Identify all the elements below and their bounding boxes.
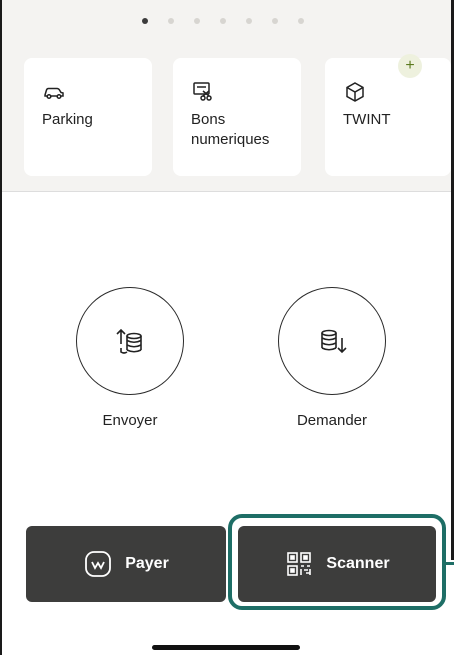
page-dot[interactable]	[194, 18, 200, 24]
home-indicator[interactable]	[152, 645, 300, 650]
request-coins-icon	[321, 329, 347, 354]
page-dot[interactable]	[272, 18, 278, 24]
shortcut-digital-vouchers[interactable]: Bons numeriques	[173, 58, 301, 176]
page-dot[interactable]	[220, 18, 226, 24]
pay-label: Payer	[125, 555, 169, 572]
shortcut-label: Bons numeriques	[191, 111, 270, 148]
request-label: Demander	[296, 412, 368, 429]
shortcut-twint[interactable]: TWINT	[325, 58, 451, 176]
page-dot[interactable]	[298, 18, 304, 24]
page-dot[interactable]	[246, 18, 252, 24]
shortcut-parking[interactable]: Parking	[24, 58, 152, 176]
request-money-button[interactable]	[278, 287, 386, 395]
car-icon	[44, 87, 64, 100]
highlight-connector	[446, 562, 454, 565]
shortcut-label: TWINT	[343, 111, 391, 128]
voucher-icon	[193, 82, 212, 101]
cube-icon	[346, 82, 364, 102]
shortcut-label: Parking	[42, 111, 93, 128]
scan-button-highlight	[228, 514, 446, 610]
page-dot[interactable]	[168, 18, 174, 24]
add-shortcut-button[interactable]: +	[398, 54, 422, 78]
page-indicator	[142, 18, 324, 24]
send-money-button[interactable]	[76, 287, 184, 395]
plus-icon: +	[405, 57, 415, 74]
send-coins-icon	[116, 328, 142, 354]
twint-logo-icon	[85, 551, 112, 577]
page-dot[interactable]	[142, 18, 148, 24]
pay-button[interactable]: Payer	[26, 526, 226, 602]
send-label: Envoyer	[102, 412, 158, 429]
